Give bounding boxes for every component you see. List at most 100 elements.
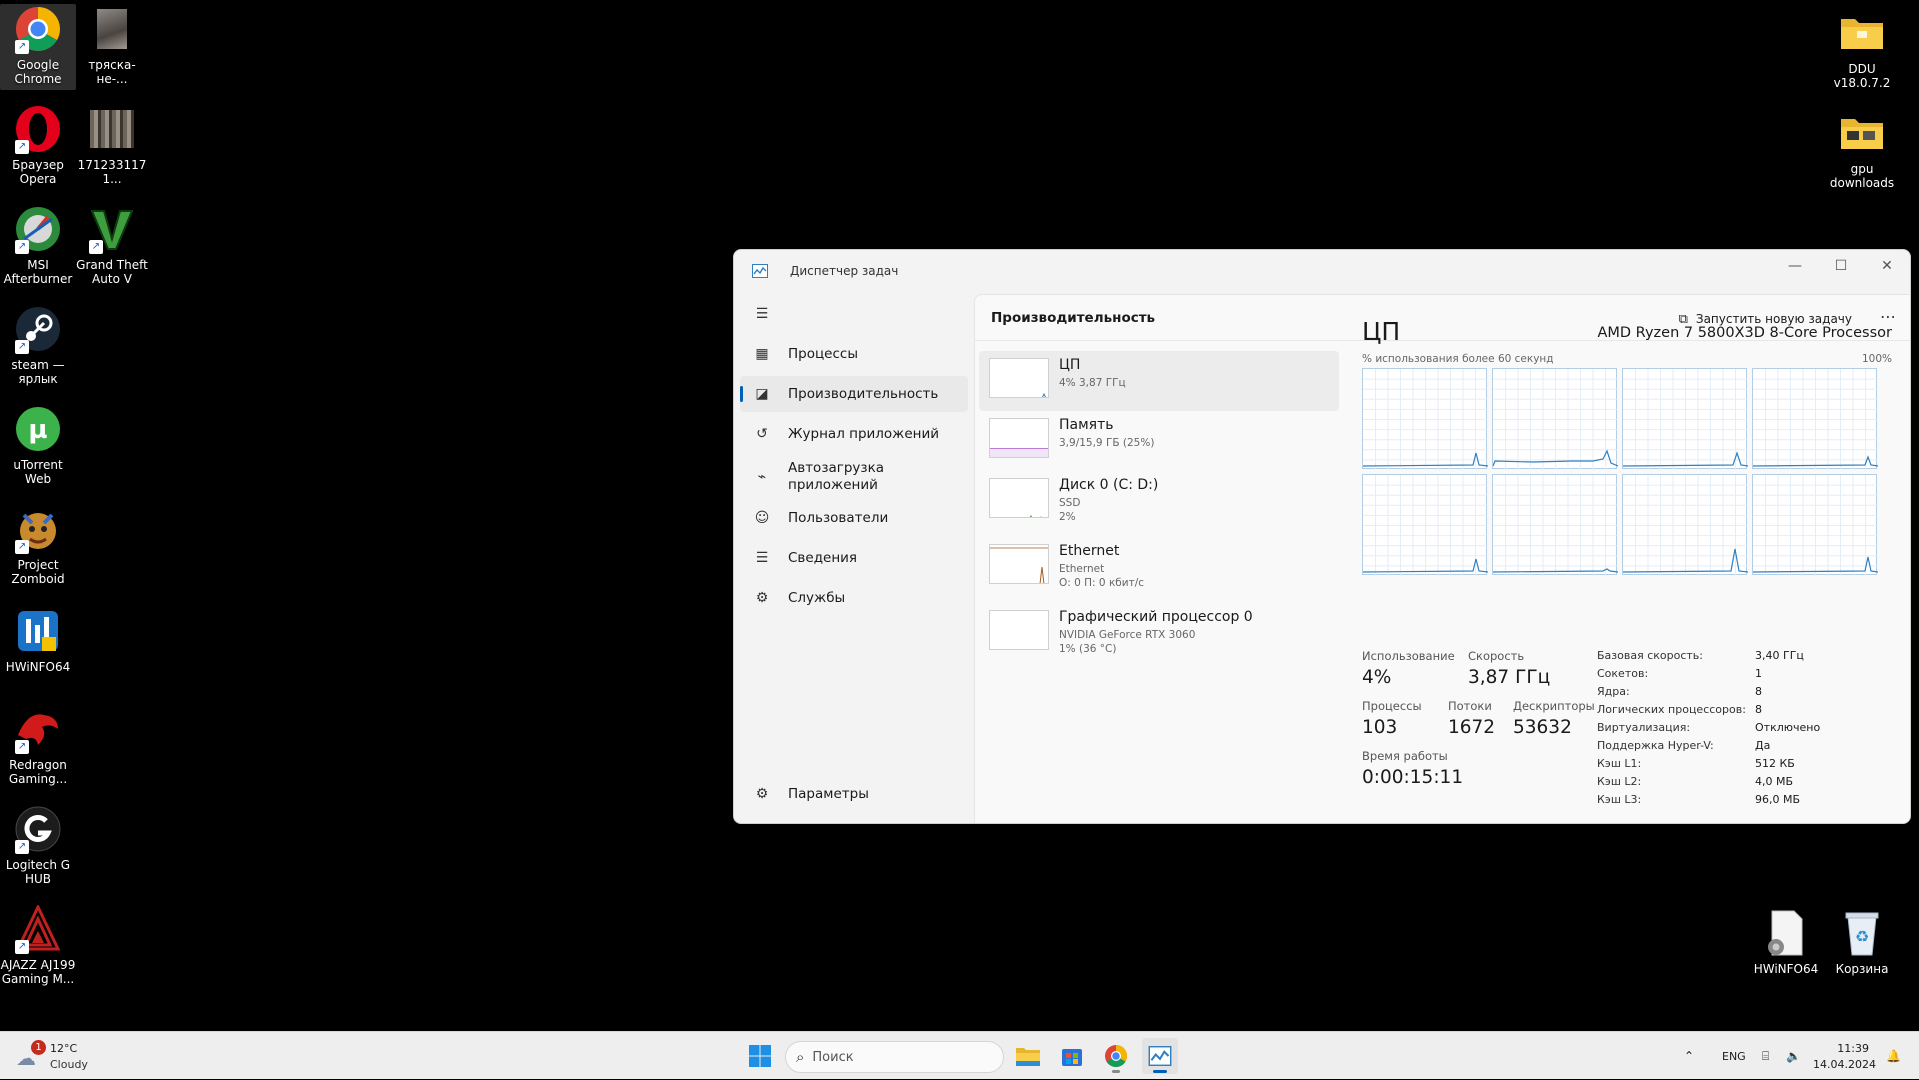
taskbar: ☁ 1 12°C Cloudy ⌕ Поиск ⌃ ENG ⌸ 🔈 11:39 … (0, 1031, 1919, 1079)
folder-icon (1837, 8, 1887, 58)
device-disk[interactable]: Диск 0 (C: D:) SSD 2% (979, 471, 1339, 537)
weather-widget[interactable]: ☁ 1 12°C Cloudy (16, 1040, 136, 1074)
desktop-icon-redragon[interactable]: ↗ Redragon Gaming... (0, 704, 76, 786)
image-thumbnail-icon (87, 104, 137, 154)
device-ethernet[interactable]: Ethernet Ethernet О: 0 П: 0 кбит/с (979, 537, 1339, 603)
nav-processes[interactable]: ▦ Процессы (740, 336, 968, 372)
desktop-icon-hwinfo-file[interactable]: HWiNFO64 (1748, 908, 1824, 976)
maximize-button[interactable]: ☐ (1818, 250, 1864, 282)
taskbar-search[interactable]: ⌕ Поиск (785, 1041, 1004, 1073)
spec-value: Отключено (1755, 721, 1821, 734)
notifications-bell-icon[interactable]: 🔔 (1886, 1032, 1901, 1080)
title-bar[interactable]: Диспетчер задач — ☐ ✕ (734, 250, 1910, 294)
shortcut-arrow-icon: ↗ (15, 540, 29, 554)
store-icon (1062, 1049, 1082, 1066)
desktop-icon-project-zomboid[interactable]: ↗ Project Zomboid (0, 504, 76, 586)
desktop-icon-google-chrome[interactable]: ↗ Google Chrome (0, 4, 76, 90)
spec-key: Кэш L1: (1597, 757, 1642, 770)
performance-page: Производительность ⧉ Запустить новую зад… (974, 294, 1910, 823)
running-indicator (1112, 1070, 1120, 1073)
desktop-icon-image-1[interactable]: тряска-не-... (74, 4, 150, 86)
graph-caption: % использования более 60 секунд (1362, 353, 1554, 365)
desktop-icon-steam[interactable]: ↗ steam — ярлык (0, 304, 76, 386)
minimize-icon: — (1788, 258, 1802, 274)
clock-time[interactable]: 11:39 (1837, 1042, 1869, 1055)
shortcut-arrow-icon: ↗ (15, 740, 29, 754)
desktop-icon-ajazz[interactable]: ↗ AJAZZ AJ199 Gaming M... (0, 904, 76, 986)
network-icon[interactable]: ⌸ (1762, 1032, 1769, 1080)
hwinfo-icon (13, 606, 63, 656)
spec-value: Да (1755, 739, 1771, 752)
nav-details[interactable]: ☰ Сведения (740, 540, 968, 576)
nav-app-history[interactable]: ↺ Журнал приложений (740, 416, 968, 452)
spec-key: Поддержка Hyper-V: (1597, 739, 1714, 752)
chrome-icon (1105, 1045, 1127, 1067)
desktop-icon-image-2[interactable]: 1712331171... (74, 104, 150, 186)
device-name: Ethernet (1059, 543, 1120, 559)
spec-value: 512 КБ (1755, 757, 1795, 770)
ajazz-icon: ↗ (13, 904, 63, 954)
steam-icon: ↗ (13, 304, 63, 354)
show-hidden-icons-button[interactable]: ⌃ (1684, 1032, 1694, 1080)
spec-key: Сокетов: (1597, 667, 1649, 680)
hamburger-menu-button[interactable]: ☰ (740, 296, 776, 332)
spec-value: 4,0 МБ (1755, 775, 1794, 788)
desktop-icon-opera[interactable]: ↗ Браузер Opera (0, 104, 76, 186)
gta-v-icon: ↗ (87, 204, 137, 254)
folder-icon (1837, 108, 1887, 158)
project-zomboid-icon: ↗ (13, 504, 63, 554)
sidebar: ☰ ▦ Процессы ◪ Производительность ↺ Журн… (734, 294, 974, 823)
desktop-icon-hwinfo64[interactable]: HWiNFO64 (0, 606, 76, 674)
task-manager-window[interactable]: Диспетчер задач — ☐ ✕ ☰ ▦ Процессы ◪ Про… (733, 249, 1911, 824)
minimize-button[interactable]: — (1772, 250, 1818, 282)
taskbar-file-explorer[interactable] (1010, 1038, 1046, 1074)
desktop-icon-msi-afterburner[interactable]: ↗ MSI Afterburner (0, 204, 76, 286)
nav-users[interactable]: ☺ Пользователи (740, 500, 968, 536)
notification-badge: 1 (31, 1040, 46, 1055)
desktop-icon-label: AJAZZ AJ199 Gaming M... (0, 958, 76, 986)
more-icon: ⋯ (1880, 307, 1896, 326)
shortcut-arrow-icon: ↗ (15, 40, 29, 54)
volume-icon[interactable]: 🔈 (1786, 1032, 1801, 1080)
device-name: ЦП (1059, 357, 1081, 373)
taskbar-task-manager[interactable] (1142, 1038, 1178, 1074)
start-button[interactable] (742, 1038, 778, 1074)
nav-startup-apps[interactable]: ⌁ Автозагрузка приложений (740, 456, 968, 498)
spec-key: Ядра: (1597, 685, 1630, 698)
spec-key: Логических процессоров: (1597, 703, 1746, 716)
windows-logo-icon (749, 1045, 771, 1067)
services-icon: ⚙ (755, 590, 769, 606)
desktop-icon-label: HWiNFO64 (5, 660, 71, 674)
close-button[interactable]: ✕ (1864, 250, 1910, 282)
desktop-icon-utorrent[interactable]: µ uTorrent Web (0, 404, 76, 486)
language-indicator[interactable]: ENG (1722, 1032, 1746, 1080)
clock-date[interactable]: 14.04.2024 (1813, 1058, 1876, 1071)
desktop-icon-logitech-ghub[interactable]: ↗ Logitech G HUB (0, 804, 76, 886)
device-cpu[interactable]: ЦП 4% 3,87 ГГц (979, 351, 1339, 411)
nav-performance[interactable]: ◪ Производительность (740, 376, 968, 412)
processes-label: Процессы (1362, 699, 1422, 713)
shortcut-arrow-icon: ↗ (15, 940, 29, 954)
desktop-icon-ddu-folder[interactable]: DDU v18.0.7.2 (1824, 8, 1900, 90)
nav-label: Службы (788, 590, 846, 606)
device-memory[interactable]: Память 3,9/15,9 ГБ (25%) (979, 411, 1339, 471)
desktop-icon-label: uTorrent Web (13, 458, 63, 486)
cpu-core-graph (1752, 474, 1878, 576)
device-gpu[interactable]: Графический процессор 0 NVIDIA GeForce R… (979, 603, 1339, 669)
desktop-icon-recycle-bin[interactable]: ♻ Корзина (1824, 908, 1900, 976)
desktop-icon-gta-v[interactable]: ↗ Grand Theft Auto V (74, 204, 150, 286)
taskbar-chrome[interactable] (1098, 1038, 1134, 1074)
cpu-core-graph (1622, 474, 1748, 576)
desktop-icon-label: Grand Theft Auto V (76, 258, 148, 286)
desktop-icon-label: тряска-не-... (88, 58, 136, 86)
startup-icon: ⌁ (757, 469, 767, 485)
processes-value: 103 (1362, 717, 1398, 738)
nav-settings[interactable]: ⚙ Параметры (740, 776, 968, 812)
desktop-icon-gpu-downloads-folder[interactable]: gpu downloads (1824, 108, 1900, 190)
shortcut-arrow-icon: ↗ (15, 340, 29, 354)
hwinfo-file-icon (1761, 908, 1811, 958)
taskbar-microsoft-store[interactable] (1054, 1038, 1090, 1074)
nav-services[interactable]: ⚙ Службы (740, 580, 968, 616)
desktop-icon-label: steam — ярлык (11, 358, 65, 386)
processes-icon: ▦ (755, 346, 769, 362)
